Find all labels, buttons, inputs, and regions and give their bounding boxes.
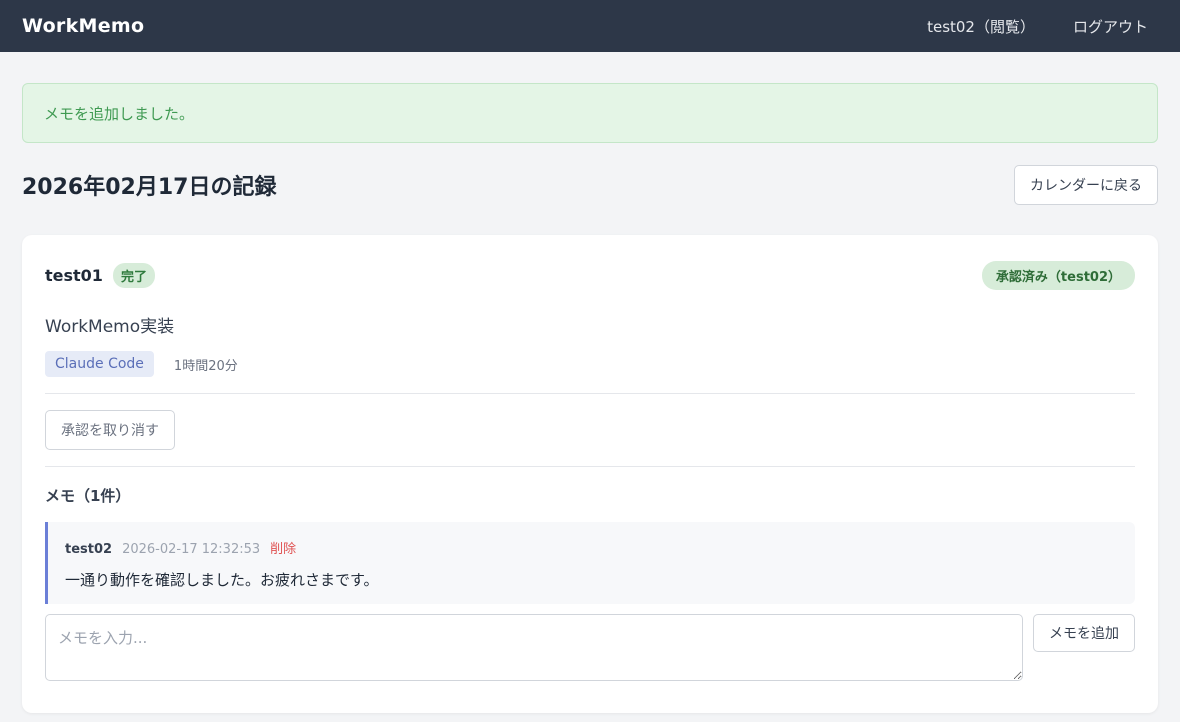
back-to-calendar-button[interactable]: カレンダーに戻る bbox=[1014, 165, 1158, 205]
memo-input[interactable] bbox=[45, 614, 1023, 681]
divider bbox=[45, 393, 1135, 394]
page-header: 2026年02月17日の記録 カレンダーに戻る bbox=[22, 165, 1158, 205]
cancel-approval-button[interactable]: 承認を取り消す bbox=[45, 410, 175, 450]
add-memo-row: メモを追加 bbox=[45, 614, 1135, 681]
divider bbox=[45, 466, 1135, 467]
memo-text: 一通り動作を確認しました。お疲れさまです。 bbox=[65, 571, 379, 589]
task-duration: 1時間20分 bbox=[173, 358, 238, 374]
memos-heading: メモ（1件） bbox=[45, 487, 131, 505]
status-badge: 完了 bbox=[112, 263, 155, 288]
task-title: WorkMemo実装 bbox=[45, 317, 175, 337]
memo-item: test02 2026-02-17 12:32:53 削除 一通り動作を確認しま… bbox=[45, 522, 1135, 604]
memo-meta: test02 2026-02-17 12:32:53 削除 bbox=[65, 538, 1118, 557]
nav-right: test02（閲覧） ログアウト bbox=[927, 16, 1158, 37]
main-container: メモを追加しました。 2026年02月17日の記録 カレンダーに戻る test0… bbox=[0, 83, 1180, 713]
record-card: test01 完了 承認済み（test02） WorkMemo実装 Claude… bbox=[22, 235, 1158, 713]
approval-badge: 承認済み（test02） bbox=[981, 261, 1135, 290]
record-owner: test01 完了 bbox=[45, 263, 155, 288]
memo-author: test02 bbox=[65, 542, 113, 557]
add-memo-button[interactable]: メモを追加 bbox=[1033, 614, 1135, 652]
alert-message: メモを追加しました。 bbox=[44, 104, 195, 123]
memo-timestamp: 2026-02-17 12:32:53 bbox=[122, 542, 261, 557]
current-user: test02（閲覧） bbox=[927, 17, 1035, 36]
top-navbar: WorkMemo test02（閲覧） ログアウト bbox=[0, 0, 1180, 52]
logout-link[interactable]: ログアウト bbox=[1073, 16, 1148, 37]
memo-delete-link[interactable]: 削除 bbox=[270, 538, 296, 557]
tool-tag: Claude Code bbox=[45, 351, 154, 377]
record-card-header: test01 完了 承認済み（test02） bbox=[45, 261, 1135, 290]
record-username: test01 bbox=[45, 266, 103, 285]
page-title: 2026年02月17日の記録 bbox=[22, 175, 277, 200]
task-meta: Claude Code 1時間20分 bbox=[45, 351, 1135, 377]
app-brand[interactable]: WorkMemo bbox=[22, 15, 144, 37]
success-alert: メモを追加しました。 bbox=[22, 83, 1158, 143]
